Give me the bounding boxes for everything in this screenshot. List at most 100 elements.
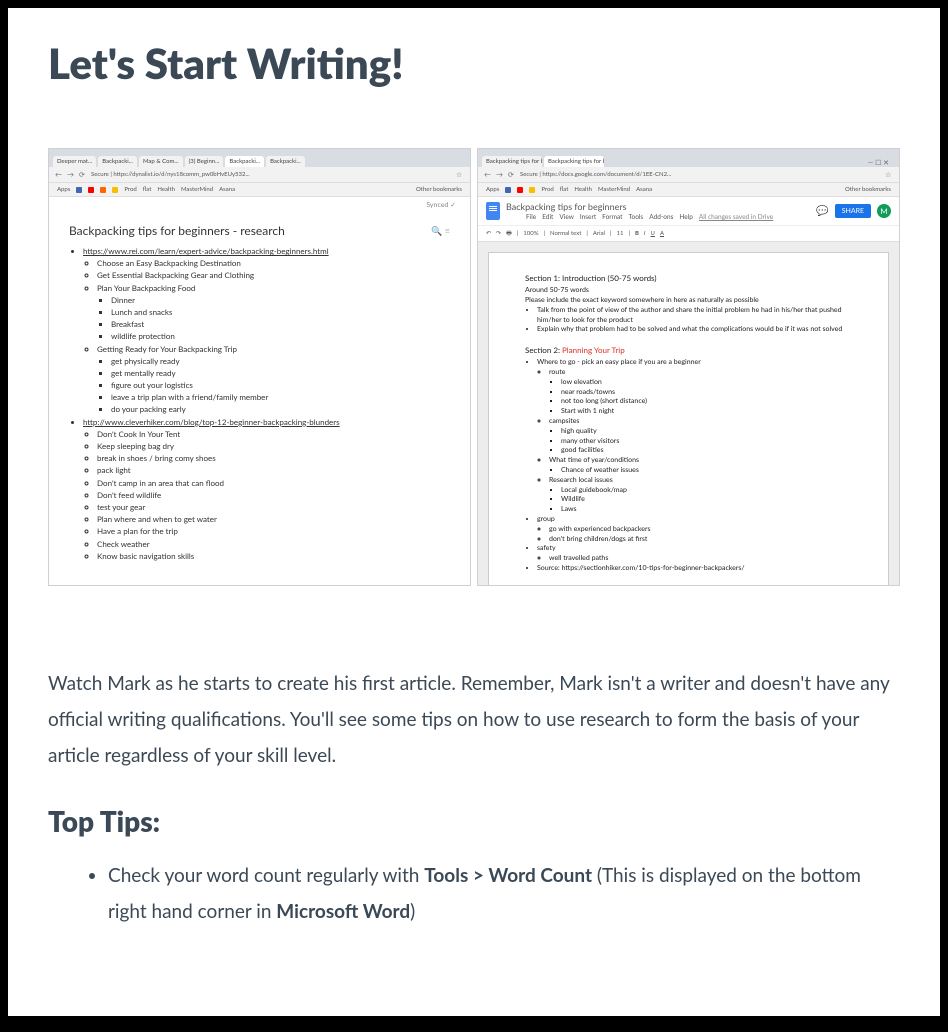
browser-tab[interactable]: (3) Beginn... <box>185 156 224 167</box>
list-item[interactable]: get mentally ready <box>111 368 450 379</box>
menu-item[interactable]: Help <box>679 214 692 221</box>
share-button[interactable]: SHARE <box>835 204 871 218</box>
menu-item[interactable]: View <box>559 214 573 221</box>
list-item[interactable]: Don't Cook In Your Tent <box>97 429 450 440</box>
list-item: Chance of weather issues <box>561 466 852 476</box>
window-controls[interactable]: — ☐ ✕ <box>868 159 895 167</box>
bookmark[interactable] <box>517 187 523 193</box>
bookmark[interactable] <box>505 187 511 193</box>
list-item[interactable]: Choose an Easy Backpacking Destination <box>97 258 450 269</box>
menu-item[interactable]: Add-ons <box>649 214 673 221</box>
list-item: Explain why that problem had to be solve… <box>537 325 852 335</box>
bookmark[interactable]: Asana <box>219 186 235 193</box>
bookmark[interactable] <box>76 187 82 193</box>
other-bookmarks[interactable]: Other bookmarks <box>845 186 891 193</box>
bookmark[interactable] <box>100 187 106 193</box>
bookmark[interactable] <box>88 187 94 193</box>
menu-item[interactable]: Insert <box>580 214 596 221</box>
bold-icon[interactable]: B <box>635 230 639 237</box>
list-item[interactable]: Don't camp in an area that can flood <box>97 478 450 489</box>
browser-tab[interactable]: Deeper mat... <box>53 156 96 167</box>
browser-tab[interactable]: Backpacking tips for be... <box>544 156 604 167</box>
list-item[interactable]: Plan where and when to get water <box>97 514 450 525</box>
list-item[interactable]: Plan Your Backpacking Food Dinner Lunch … <box>97 283 450 343</box>
list-item[interactable]: Dinner <box>111 295 450 306</box>
list-item[interactable]: Keep sleeping bag dry <box>97 441 450 452</box>
list-item[interactable]: https://www.rei.com/learn/expert-advice/… <box>83 246 450 416</box>
list-item[interactable]: leave a trip plan with a friend/family m… <box>111 392 450 403</box>
font-size[interactable]: 11 <box>616 230 623 237</box>
browser-tab[interactable]: Backpacki... <box>225 156 264 167</box>
bookmark[interactable]: Prod <box>124 186 136 193</box>
browser-tabs-right: Backpacking tips for be... Backpacking t… <box>478 149 899 167</box>
intro-paragraph: Watch Mark as he starts to create his fi… <box>48 666 900 774</box>
browser-tab[interactable]: Backpacki... <box>98 156 137 167</box>
redo-icon[interactable]: ↷ <box>496 230 501 237</box>
list-item[interactable]: do your packing early <box>111 404 450 415</box>
list-item[interactable]: get physically ready <box>111 356 450 367</box>
list-item[interactable]: Breakfast <box>111 319 450 330</box>
bookmark[interactable]: MasterMind <box>598 186 630 193</box>
forward-icon[interactable]: → <box>67 171 75 179</box>
gdocs-doc-title[interactable]: Backpacking tips for beginners <box>506 201 810 212</box>
menu-item[interactable]: File <box>526 214 536 221</box>
list-item[interactable]: Lunch and snacks <box>111 307 450 318</box>
text-color-icon[interactable]: A <box>660 230 664 237</box>
menu-item[interactable]: Edit <box>542 214 553 221</box>
reload-icon[interactable]: ⟳ <box>79 171 87 179</box>
star-icon[interactable]: ☆ <box>885 171 893 179</box>
bookmark[interactable] <box>529 187 535 193</box>
browser-tab[interactable]: Backpacki... <box>266 156 305 167</box>
url-text[interactable]: Secure | https://docs.google.com/documen… <box>520 171 881 178</box>
print-icon[interactable]: 🖶 <box>506 229 512 239</box>
list-item[interactable]: Check weather <box>97 539 450 550</box>
undo-icon[interactable]: ↶ <box>486 230 491 237</box>
zoom-value[interactable]: 100% <box>523 230 538 237</box>
avatar[interactable]: M <box>877 204 891 218</box>
bookmark[interactable]: Apps <box>57 186 70 193</box>
bookmark[interactable]: Prod <box>541 186 553 193</box>
style-select[interactable]: Normal text <box>550 230 581 237</box>
list-item[interactable]: Have a plan for the trip <box>97 526 450 537</box>
browser-tab[interactable]: Map & Com... <box>139 156 183 167</box>
menu-item[interactable]: Format <box>602 214 622 221</box>
list-item: safety well travelled paths <box>537 544 852 564</box>
url-text[interactable]: Secure | https://dynalist.io/d/nys18comm… <box>91 171 452 178</box>
body-line: Please include the exact keyword somewhe… <box>525 296 852 306</box>
list-item[interactable]: pack light <box>97 465 450 476</box>
menu-item[interactable]: Tools <box>628 214 643 221</box>
bookmark[interactable] <box>112 187 118 193</box>
list-item[interactable]: Get Essential Backpacking Gear and Cloth… <box>97 270 450 281</box>
gdocs-logo-icon[interactable] <box>486 202 500 220</box>
list-item[interactable]: break in shoes / bring comy shoes <box>97 453 450 464</box>
underline-icon[interactable]: U <box>651 230 655 237</box>
bookmark[interactable]: Asana <box>636 186 652 193</box>
bookmark[interactable]: Health <box>574 186 592 193</box>
list-item[interactable]: Know basic navigation skills <box>97 551 450 562</box>
list-item[interactable]: Don't feed wildlife <box>97 490 450 501</box>
list-item[interactable]: Getting Ready for Your Backpacking Trip … <box>97 344 450 416</box>
bookmark[interactable]: MasterMind <box>181 186 213 193</box>
list-item[interactable]: figure out your logistics <box>111 380 450 391</box>
reload-icon[interactable]: ⟳ <box>508 171 516 179</box>
gdocs-page[interactable]: Section 1: Introduction (50-75 words) Ar… <box>488 252 889 586</box>
other-bookmarks[interactable]: Other bookmarks <box>416 186 462 193</box>
tips-list: Check your word count regularly with Too… <box>48 858 900 930</box>
list-item: don't bring children/dogs at first <box>549 535 852 545</box>
list-item[interactable]: http://www.cleverhiker.com/blog/top-12-b… <box>83 417 450 562</box>
bookmark[interactable]: flat <box>143 186 152 193</box>
star-icon[interactable]: ☆ <box>456 171 464 179</box>
bookmark[interactable]: flat <box>560 186 569 193</box>
search-menu-icons[interactable]: 🔍 ≡ <box>431 225 450 237</box>
browser-tab[interactable]: Backpacking tips for be... <box>482 156 542 167</box>
bookmark[interactable]: Apps <box>486 186 499 193</box>
back-icon[interactable]: ← <box>484 171 492 179</box>
comment-icon[interactable]: 💬 <box>816 205 828 217</box>
forward-icon[interactable]: → <box>496 171 504 179</box>
back-icon[interactable]: ← <box>55 171 63 179</box>
italic-icon[interactable]: I <box>644 230 646 237</box>
font-select[interactable]: Arial <box>593 230 605 237</box>
list-item[interactable]: test your gear <box>97 502 450 513</box>
list-item[interactable]: wildlife protection <box>111 331 450 342</box>
bookmark[interactable]: Health <box>157 186 175 193</box>
